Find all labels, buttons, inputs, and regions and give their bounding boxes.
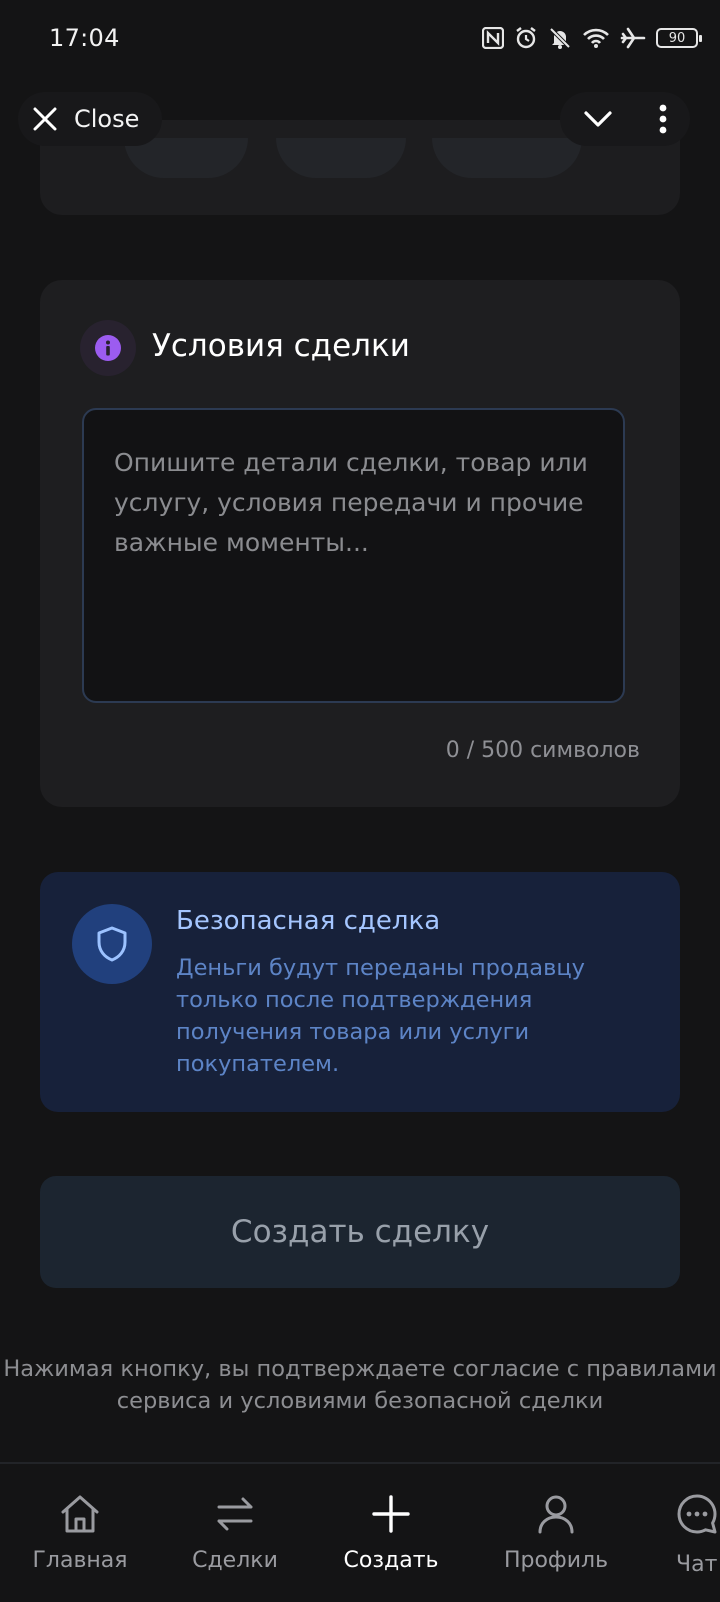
alarm-icon	[516, 27, 536, 49]
terms-notice: Нажимая кнопку, вы подтверждаете согласи…	[3, 1356, 717, 1414]
bell-off-icon	[549, 27, 571, 49]
nav-item-chat[interactable]: Чат	[621, 1492, 720, 1577]
home-icon	[61, 1495, 99, 1533]
nav-item-deals[interactable]: Сделки	[160, 1492, 310, 1573]
status-time: 17:04	[49, 24, 120, 52]
nav-label: Сделки	[192, 1548, 278, 1573]
nav-item-home[interactable]: Главная	[5, 1492, 155, 1573]
nav-item-profile[interactable]: Профиль	[481, 1492, 631, 1573]
shield-badge	[72, 904, 152, 984]
safe-deal-title: Безопасная сделка	[176, 906, 441, 936]
wifi-icon	[583, 28, 609, 48]
nfc-icon	[482, 27, 504, 49]
airplane-icon	[620, 27, 646, 49]
safe-deal-text: Деньги будут переданы продавцу только по…	[176, 955, 585, 1077]
chip[interactable]	[432, 138, 582, 178]
bottom-navigation: Главная Сделки Создать Профиль Чат	[0, 1462, 720, 1602]
chat-icon	[677, 1494, 717, 1534]
battery-icon: 90	[656, 28, 702, 48]
nav-label: Создать	[343, 1548, 439, 1573]
char-counter: 0 / 500 символов	[445, 738, 640, 763]
close-label: Close	[74, 105, 140, 133]
plus-icon	[372, 1495, 410, 1533]
close-icon	[33, 107, 57, 131]
nav-label: Главная	[32, 1548, 128, 1573]
chip[interactable]	[276, 138, 406, 178]
info-icon	[95, 335, 121, 361]
user-icon	[538, 1495, 574, 1534]
safe-deal-card: Безопасная сделка Деньги будут переданы …	[40, 872, 680, 1112]
create-deal-button[interactable]: Создать сделку	[40, 1176, 680, 1288]
deal-conditions-card: Условия сделки 0 / 500 символов	[40, 280, 680, 807]
shield-icon	[97, 926, 127, 962]
chevron-down-icon[interactable]	[583, 109, 613, 129]
more-vertical-icon[interactable]	[658, 104, 668, 134]
close-button[interactable]: Close	[18, 92, 162, 146]
swap-icon	[217, 1497, 253, 1531]
section-title: Условия сделки	[152, 328, 410, 364]
nav-item-create[interactable]: Создать	[316, 1492, 466, 1573]
nav-label: Чат	[676, 1552, 718, 1577]
info-badge	[80, 320, 136, 376]
nav-label: Профиль	[503, 1548, 609, 1573]
status-icons: 90	[482, 26, 702, 50]
deal-description-input[interactable]	[82, 408, 625, 703]
top-menu	[560, 92, 690, 146]
